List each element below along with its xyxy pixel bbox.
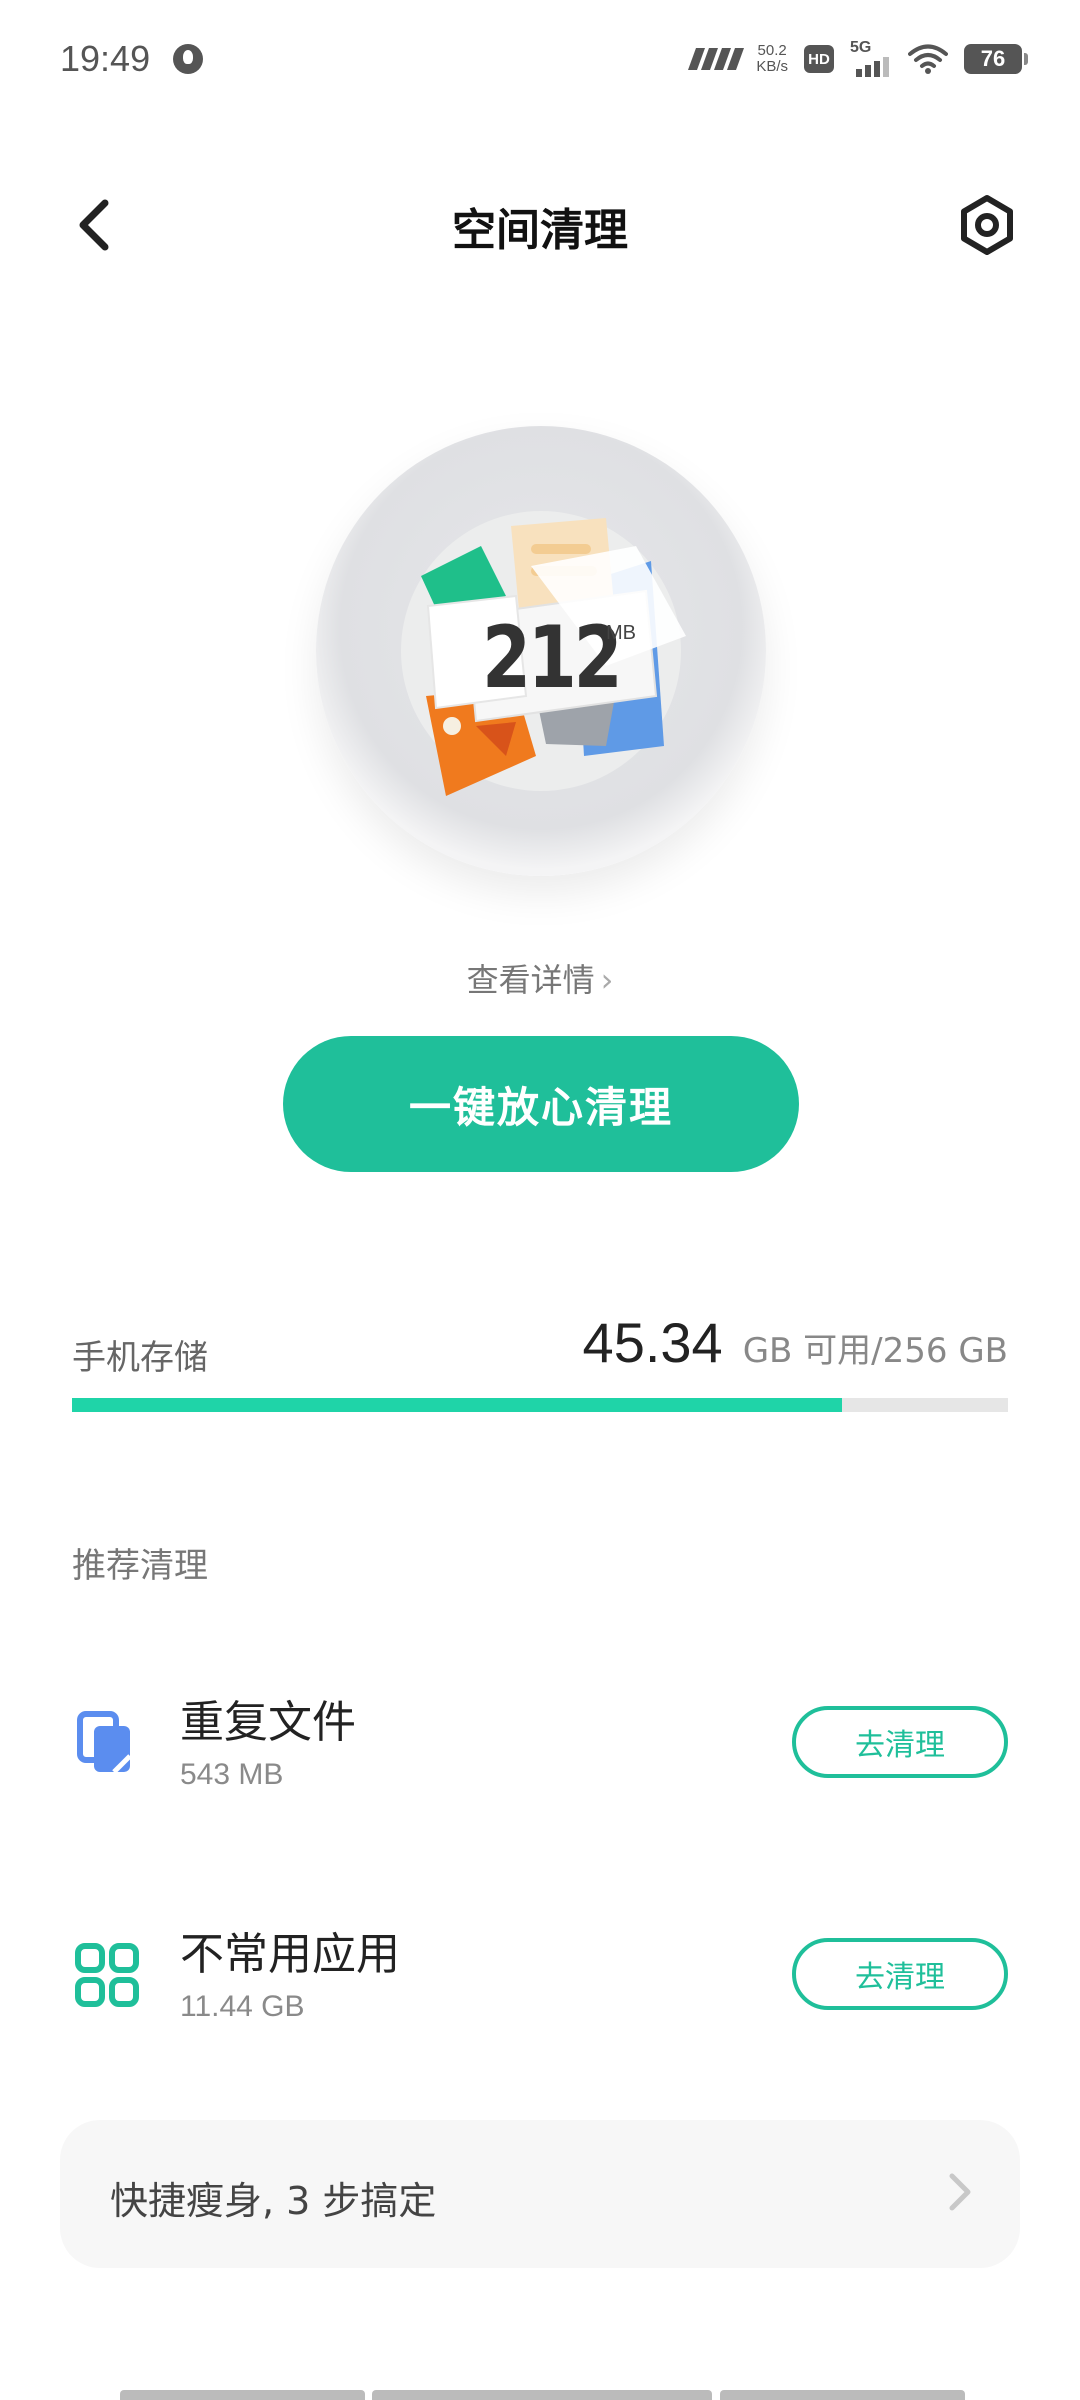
battery-indicator: 76: [964, 44, 1028, 74]
storage-capacity-text: GB 可用/256 GB: [742, 1331, 1008, 1371]
storage-values: 45.34 GB 可用/256 GB: [583, 1310, 1008, 1375]
cellular-signal-icon: 5G: [850, 39, 892, 79]
one-tap-clean-button[interactable]: 一键放心清理: [283, 1036, 799, 1172]
chevron-right-icon: ›: [600, 961, 614, 999]
gear-icon: [961, 195, 1013, 255]
wifi-icon: [908, 44, 948, 74]
clean-duplicate-files-button[interactable]: 去清理: [792, 1706, 1008, 1778]
page-title: 空间清理: [452, 205, 628, 256]
status-indicators: 50.2 KB/s HD 5G 76: [688, 36, 1028, 82]
junk-size-value: 212: [482, 608, 623, 708]
carrier-signal-icon: [688, 48, 745, 70]
recommend-item-title: 重复文件: [180, 1697, 356, 1748]
storage-progress-bar: [72, 1398, 1008, 1412]
recommend-section-title: 推荐清理: [72, 1546, 208, 1586]
chevron-right-icon: [949, 2173, 971, 2211]
storage-progress-fill: [72, 1398, 843, 1412]
quick-slim-label: 快捷瘦身, 3 步搞定: [110, 2179, 437, 2223]
duplicate-files-icon: [77, 1711, 132, 1774]
notification-icon: [173, 44, 203, 74]
hd-badge: HD: [804, 45, 834, 73]
quick-slim-card[interactable]: 快捷瘦身, 3 步搞定: [60, 2120, 1020, 2268]
apps-grid-icon: [75, 1943, 139, 2007]
junk-size-unit: MB: [606, 622, 636, 644]
recommend-item-unused-apps: 不常用应用 11.44 GB 去清理: [0, 1900, 1080, 2050]
network-speed: 50.2 KB/s: [756, 43, 788, 75]
recommend-item-title: 不常用应用: [180, 1929, 400, 1980]
junk-bin-graphic: 212 MB: [316, 426, 766, 876]
view-details-label: 查看详情: [466, 961, 595, 999]
settings-button[interactable]: [952, 190, 1022, 260]
app-header: 空间清理: [0, 170, 1080, 280]
recommend-item-duplicate-files: 重复文件 543 MB 去清理: [0, 1668, 1080, 1818]
status-bar: 19:49 50.2 KB/s HD 5G 76: [0, 0, 1080, 120]
view-details-link[interactable]: 查看详情 ›: [0, 955, 1080, 1001]
storage-label: 手机存储: [72, 1338, 208, 1378]
storage-free-value: 45.34: [582, 1311, 723, 1374]
network-type: 5G: [850, 39, 872, 56]
network-speed-unit: KB/s: [756, 58, 788, 75]
status-time: 19:49: [60, 38, 151, 79]
network-speed-value: 50.2: [757, 42, 787, 59]
recommend-item-size: 543 MB: [180, 1758, 284, 1791]
recommend-item-size: 11.44 GB: [180, 1990, 305, 2023]
next-section-peek: [0, 2380, 1080, 2400]
clean-unused-apps-button[interactable]: 去清理: [792, 1938, 1008, 2010]
